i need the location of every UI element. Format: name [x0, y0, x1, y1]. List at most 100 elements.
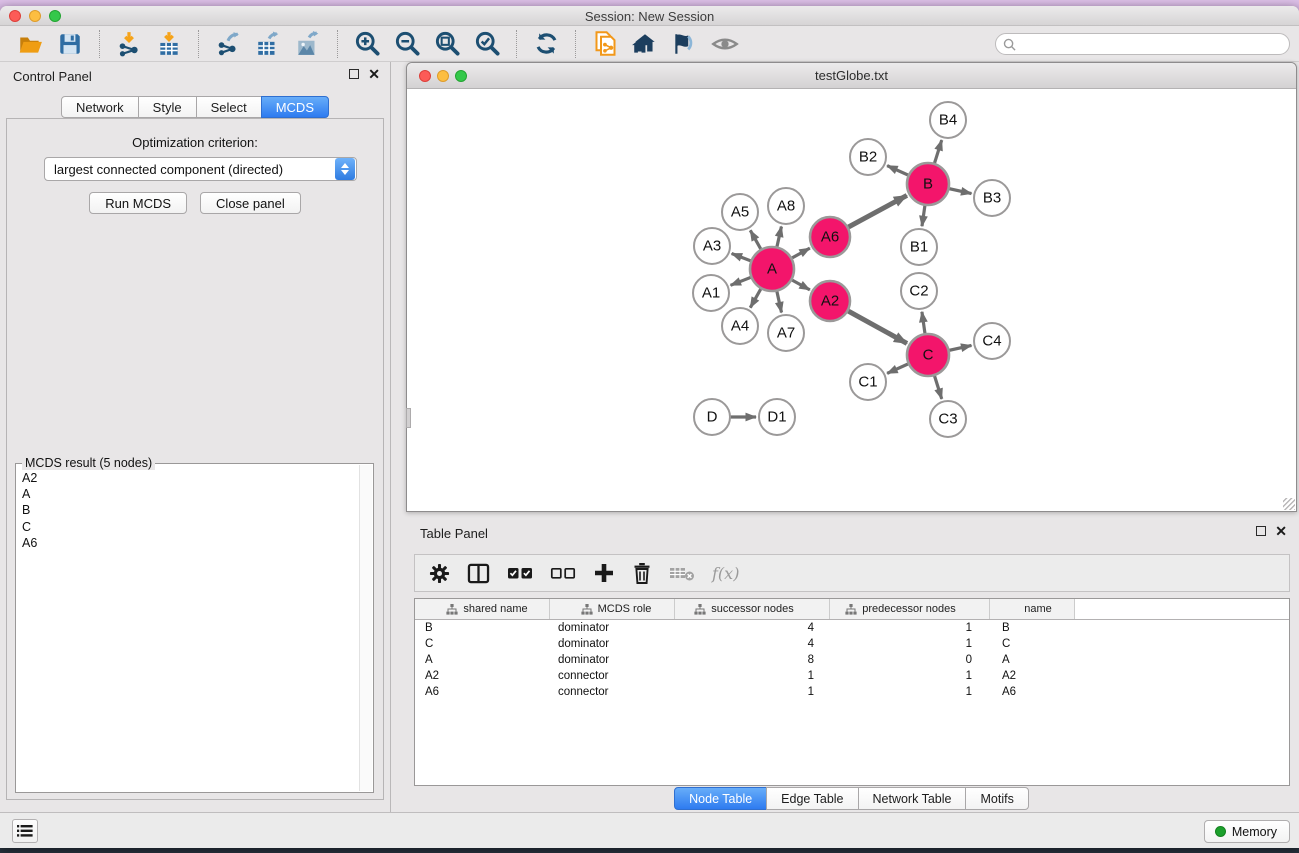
close-table-panel-icon[interactable]: ✕	[1275, 526, 1287, 536]
hubba-home-icon[interactable]	[630, 29, 660, 59]
graph-node-C4[interactable]: C4	[974, 323, 1010, 359]
graph-node-D[interactable]: D	[694, 399, 730, 435]
tab-select[interactable]: Select	[196, 96, 262, 118]
graph-node-B2[interactable]: B2	[850, 139, 886, 175]
toolbar-separator	[99, 30, 100, 58]
export-network-icon[interactable]	[213, 29, 243, 59]
delete-column-icon[interactable]	[632, 562, 652, 584]
add-column-icon[interactable]	[593, 562, 615, 584]
tab-node-table[interactable]: Node Table	[674, 787, 767, 810]
result-item[interactable]: A	[20, 486, 357, 502]
export-table-icon[interactable]	[253, 29, 283, 59]
graph-node-A2[interactable]: A2	[810, 281, 850, 321]
control-panel: Control Panel ✕ Network Style Select MCD…	[0, 62, 391, 812]
network-window-titlebar[interactable]: testGlobe.txt	[407, 63, 1296, 89]
column-header-successor-nodes[interactable]: successor nodes	[675, 599, 830, 619]
table-toolbar: f(x)	[414, 554, 1290, 592]
run-mcds-button[interactable]: Run MCDS	[89, 192, 187, 214]
result-item[interactable]: C	[20, 519, 357, 535]
publications-icon[interactable]	[670, 29, 700, 59]
export-image-icon[interactable]	[293, 29, 323, 59]
panel-grip[interactable]	[406, 408, 411, 428]
search-input[interactable]	[1016, 37, 1289, 51]
tab-network[interactable]: Network	[61, 96, 139, 118]
svg-text:B4: B4	[939, 112, 957, 129]
svg-text:A2: A2	[821, 293, 839, 310]
graph-node-A4[interactable]: A4	[722, 308, 758, 344]
column-header-shared-name[interactable]: shared name	[415, 599, 550, 619]
import-table-icon[interactable]	[154, 29, 184, 59]
graph-node-C2[interactable]: C2	[901, 273, 937, 309]
graph-node-B4[interactable]: B4	[930, 102, 966, 138]
result-scrollbar[interactable]	[359, 465, 372, 791]
tab-network-table[interactable]: Network Table	[858, 787, 967, 810]
graph-node-A[interactable]: A	[750, 247, 794, 291]
task-history-button[interactable]	[12, 819, 38, 843]
table-row[interactable]: A6 connector 1 1 A6	[415, 684, 1289, 700]
table-row[interactable]: C dominator 4 1 C	[415, 636, 1289, 652]
delete-table-icon[interactable]	[669, 565, 695, 582]
refresh-icon[interactable]	[531, 29, 561, 59]
zoom-fit-icon[interactable]	[432, 29, 462, 59]
graph-node-A3[interactable]: A3	[694, 228, 730, 264]
deselect-all-columns-icon[interactable]	[550, 565, 576, 581]
column-header-predecessor-nodes[interactable]: predecessor nodes	[830, 599, 990, 619]
graph-node-A8[interactable]: A8	[768, 188, 804, 224]
graph-node-C[interactable]: C	[907, 334, 949, 376]
save-session-icon[interactable]	[55, 29, 85, 59]
network-window-title: testGlobe.txt	[407, 68, 1296, 83]
zoom-out-icon[interactable]	[392, 29, 422, 59]
zoom-in-icon[interactable]	[352, 29, 382, 59]
graph-node-A6[interactable]: A6	[810, 217, 850, 257]
column-header-name[interactable]: name	[990, 599, 1075, 619]
result-item[interactable]: B	[20, 502, 357, 518]
graph-node-B[interactable]: B	[907, 163, 949, 205]
tab-edge-table[interactable]: Edge Table	[766, 787, 858, 810]
table-row[interactable]: A2 connector 1 1 A2	[415, 668, 1289, 684]
close-panel-button[interactable]: Close panel	[200, 192, 301, 214]
memory-button[interactable]: Memory	[1204, 820, 1290, 843]
graph-node-A1[interactable]: A1	[693, 275, 729, 311]
network-graph[interactable]: B4 B2 B B3 A8 A5 A6 B1 A3 A C2 A1 A2 A4 A7 C4 C C1 C3 D D1	[407, 89, 1296, 511]
float-table-panel-icon[interactable]	[1256, 526, 1266, 536]
float-panel-icon[interactable]	[349, 69, 359, 79]
select-all-columns-icon[interactable]	[507, 565, 533, 581]
graph-node-C3[interactable]: C3	[930, 401, 966, 437]
open-session-icon[interactable]	[15, 29, 45, 59]
svg-text:A5: A5	[731, 204, 749, 221]
graph-node-A5[interactable]: A5	[722, 194, 758, 230]
graph-node-B3[interactable]: B3	[974, 180, 1010, 216]
table-tabs: Node Table Edge Table Network Table Moti…	[406, 787, 1297, 810]
svg-text:B2: B2	[859, 149, 877, 166]
result-item[interactable]: A6	[20, 535, 357, 551]
graph-node-D1[interactable]: D1	[759, 399, 795, 435]
attribute-icon	[446, 604, 458, 615]
table-row[interactable]: B dominator 4 1 B	[415, 620, 1289, 636]
result-item[interactable]: A2	[20, 470, 357, 486]
window-resize-grip[interactable]	[1283, 498, 1295, 510]
import-network-icon[interactable]	[114, 29, 144, 59]
control-panel-tabs: Network Style Select MCDS	[0, 96, 390, 118]
tab-mcds[interactable]: MCDS	[261, 96, 329, 118]
graph-node-C1[interactable]: C1	[850, 364, 886, 400]
tab-style[interactable]: Style	[138, 96, 197, 118]
network-canvas[interactable]: B4 B2 B B3 A8 A5 A6 B1 A3 A C2 A1 A2 A4 A7 C4 C C1 C3 D D1	[407, 89, 1296, 511]
split-columns-icon[interactable]	[467, 563, 490, 584]
graph-node-B1[interactable]: B1	[901, 229, 937, 265]
status-bar: Memory	[0, 812, 1299, 848]
column-header-mcds-role[interactable]: MCDS role	[550, 599, 675, 619]
toolbar-separator	[516, 30, 517, 58]
table-settings-icon[interactable]	[429, 563, 450, 584]
function-builder-icon[interactable]: f(x)	[712, 564, 739, 583]
main-area: Control Panel ✕ Network Style Select MCD…	[0, 62, 1299, 812]
hide-panels-icon[interactable]	[710, 29, 740, 59]
graph-node-A7[interactable]: A7	[768, 315, 804, 351]
clone-network-icon[interactable]	[590, 29, 620, 59]
zoom-selected-icon[interactable]	[472, 29, 502, 59]
optimization-select[interactable]: largest connected component (directed)	[44, 157, 357, 181]
search-field[interactable]	[995, 33, 1290, 55]
node-table-body: B dominator 4 1 B C dominator 4 1 C A do…	[415, 620, 1289, 700]
table-row[interactable]: A dominator 8 0 A	[415, 652, 1289, 668]
close-panel-icon[interactable]: ✕	[368, 69, 380, 79]
tab-motifs[interactable]: Motifs	[965, 787, 1028, 810]
